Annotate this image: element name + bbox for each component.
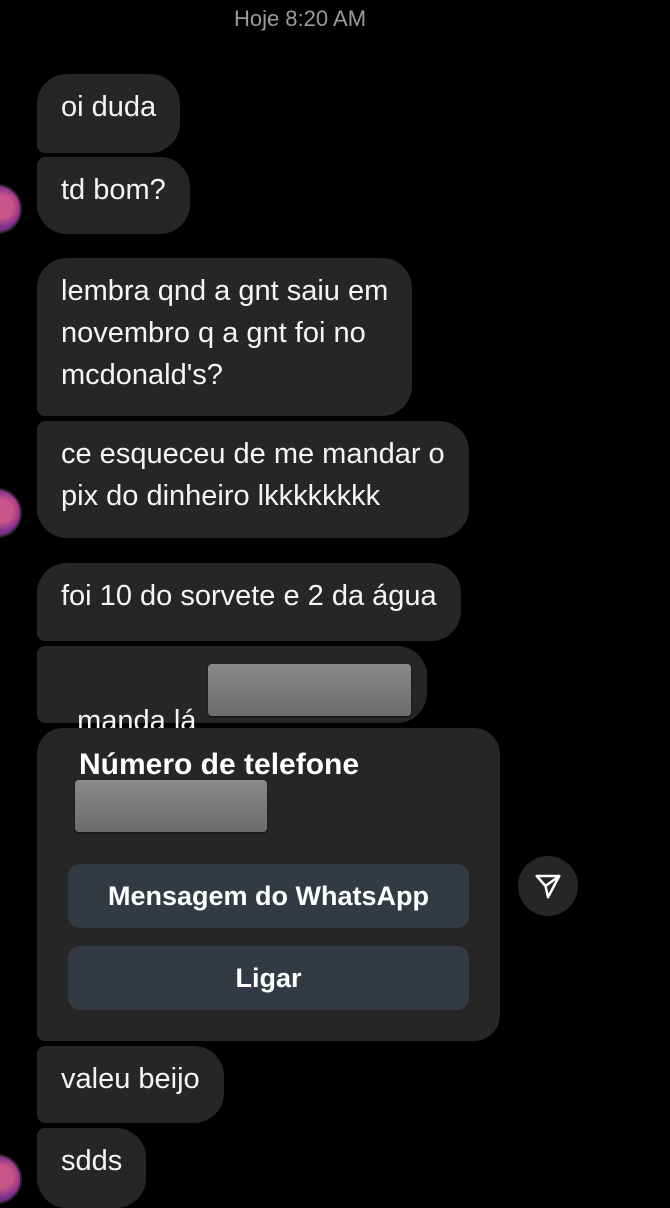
call-button[interactable]: Ligar bbox=[68, 946, 469, 1010]
avatar[interactable] bbox=[0, 1154, 22, 1204]
redacted-phone-number bbox=[75, 780, 267, 832]
share-button[interactable] bbox=[518, 856, 578, 916]
message-bubble[interactable]: lembra qnd a gnt saiu em novembro q a gn… bbox=[37, 258, 413, 416]
whatsapp-message-button[interactable]: Mensagem do WhatsApp bbox=[68, 864, 469, 928]
redacted-block bbox=[208, 664, 411, 716]
card-title: Número de telefone bbox=[79, 748, 360, 781]
avatar[interactable] bbox=[0, 184, 22, 234]
message-bubble[interactable]: foi 10 do sorvete e 2 da água bbox=[37, 563, 461, 641]
message-bubble[interactable]: ce esqueceu de me mandar o pix do dinhei… bbox=[37, 421, 469, 538]
message-bubble[interactable]: oi duda bbox=[37, 74, 181, 153]
message-bubble[interactable]: td bom? bbox=[37, 157, 190, 234]
message-bubble[interactable]: valeu beijo bbox=[37, 1046, 224, 1123]
message-bubble[interactable]: sdds bbox=[37, 1128, 147, 1208]
send-icon bbox=[533, 871, 563, 901]
conversation-timestamp: Hoje 8:20 AM bbox=[233, 6, 367, 31]
avatar[interactable] bbox=[0, 488, 22, 538]
phone-number-card[interactable]: Número de telefone Mensagem do WhatsApp … bbox=[37, 728, 500, 1041]
